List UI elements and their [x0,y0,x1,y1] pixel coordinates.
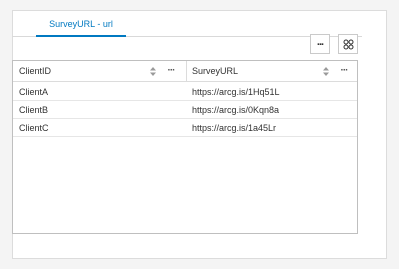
more-options-button[interactable]: ... [310,34,330,54]
table-row[interactable]: ClientC https://arcg.is/1a45Lr [13,119,357,137]
cell-clientid: ClientC [19,123,49,133]
column-label: ClientID [19,66,52,76]
grid-view-button[interactable] [338,34,358,54]
cell-surveyurl: https://arcg.is/1Hq51L [192,87,280,97]
tab-bar: SurveyURL - url [12,10,362,37]
table-header: ClientID ··· SurveyURL ··· [13,61,357,82]
cell-surveyurl: https://arcg.is/0Kqn8a [192,105,280,115]
column-header-clientid[interactable]: ClientID ··· [13,61,186,82]
column-header-surveyurl[interactable]: SurveyURL ··· [186,61,359,82]
cell-clientid: ClientB [19,105,49,115]
cell-clientid: ClientA [19,87,49,97]
table-row[interactable]: ClientB https://arcg.is/0Kqn8a [13,101,357,119]
data-table: ClientID ··· SurveyURL ··· ClientA https… [12,60,358,234]
column-menu-icon[interactable]: ··· [337,61,351,82]
cell-surveyurl: https://arcg.is/1a45Lr [192,123,277,133]
sort-icon[interactable] [149,66,157,77]
sort-icon[interactable] [322,66,330,77]
tab-surveyurl[interactable]: SurveyURL - url [36,18,126,37]
column-label: SurveyURL [192,66,239,76]
more-horizontal-icon: ... [316,36,324,48]
column-menu-icon[interactable]: ··· [164,61,178,82]
table-row[interactable]: ClientA https://arcg.is/1Hq51L [13,83,357,101]
grid-icon [343,39,353,49]
